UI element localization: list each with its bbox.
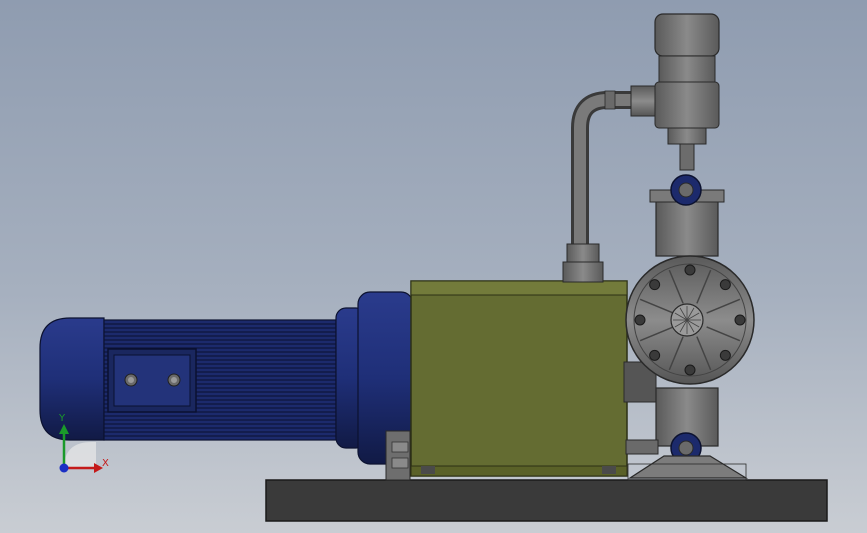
- pump-diaphragm-head: [623, 255, 755, 403]
- cad-viewport[interactable]: X Y: [0, 0, 867, 533]
- pump-assembly-model[interactable]: [0, 0, 867, 533]
- terminal-box: [107, 348, 197, 413]
- triad-x-label: X: [102, 458, 109, 469]
- motor-fan-cover: [39, 317, 105, 441]
- top-valve: [654, 13, 720, 171]
- discharge-pipe: [562, 85, 660, 283]
- base-plate: [265, 479, 828, 522]
- mount-bracket: [385, 430, 411, 481]
- gearbox-housing: [410, 280, 628, 477]
- pump-feet: [627, 455, 749, 481]
- triad-y-label: Y: [59, 413, 66, 424]
- pump-upper-chamber: [649, 174, 725, 257]
